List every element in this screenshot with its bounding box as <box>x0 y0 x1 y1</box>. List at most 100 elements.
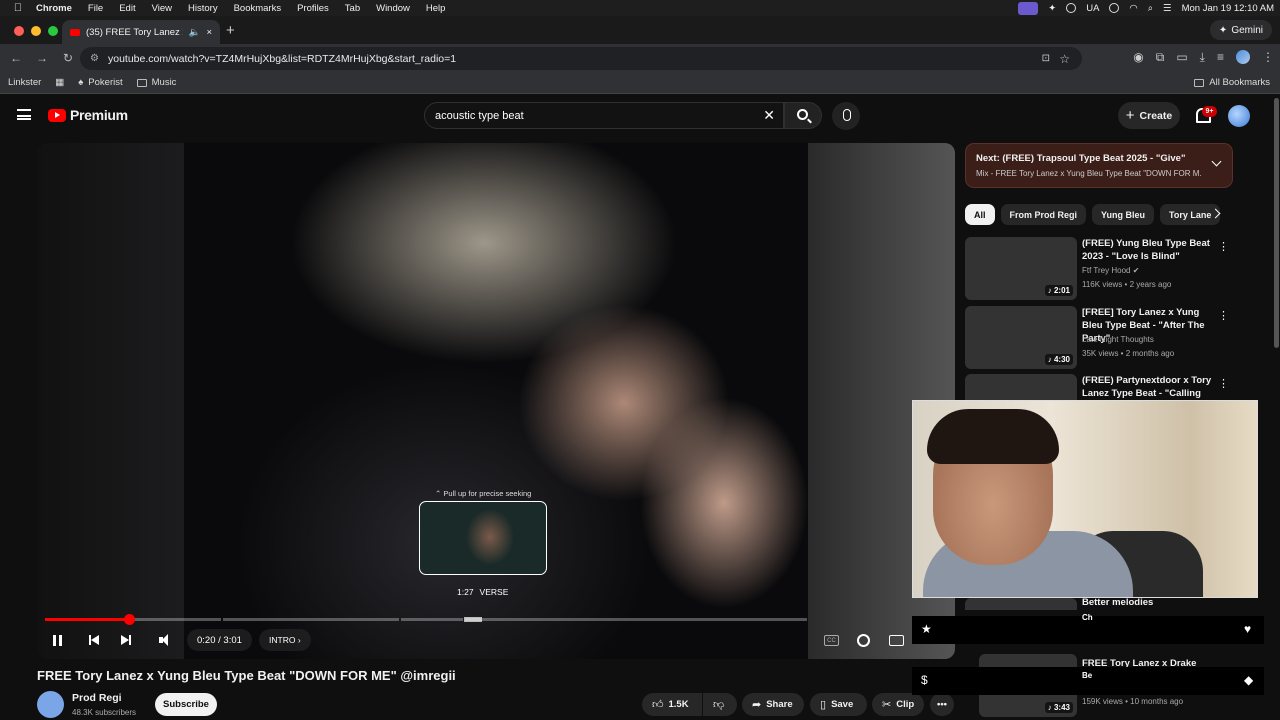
youtube-premium-logo[interactable]: Premium <box>48 107 128 123</box>
subscribe-button[interactable]: Subscribe <box>155 693 217 716</box>
side-panel-icon[interactable]: ▭ <box>1176 50 1187 65</box>
install-app-icon[interactable]: ⊡ <box>1042 53 1050 64</box>
clock[interactable]: Mon Jan 19 12:10 AM <box>1182 3 1274 14</box>
profile-avatar-icon[interactable] <box>1236 50 1250 64</box>
bookmark-star-icon[interactable]: ☆ <box>1059 52 1070 66</box>
clip-button[interactable]: ✂ Clip <box>872 693 924 716</box>
tab-title: (35) FREE Tory Lanez x Yu <box>86 26 183 38</box>
video-thumbnail[interactable] <box>965 374 1077 400</box>
gemini-button[interactable]: ✦ Gemini <box>1209 20 1272 40</box>
menu-app-name[interactable]: Chrome <box>36 3 72 14</box>
control-center-icon[interactable]: ☰ <box>1163 3 1172 14</box>
extensions-puzzle-icon[interactable]: ⧉ <box>1156 50 1165 65</box>
recommended-video[interactable]: ♪ 4:30 [FREE] Tory Lanez x Yung Bleu Typ… <box>965 306 1233 370</box>
menu-profiles[interactable]: Profiles <box>297 3 329 14</box>
rec-title-fragment[interactable]: Better melodies <box>1082 598 1217 609</box>
clear-search-icon[interactable]: ✕ <box>763 107 775 124</box>
browser-tab-active[interactable]: (35) FREE Tory Lanez x Yu 🔈 × <box>62 20 220 44</box>
menu-tab[interactable]: Tab <box>345 3 360 14</box>
apple-menu-icon[interactable]:  <box>0 2 36 14</box>
new-tab-icon[interactable]: + <box>226 22 235 39</box>
chip-yung-bleu[interactable]: Yung Bleu <box>1092 204 1155 225</box>
rec-channel[interactable]: Ftf Trey Hood ✔ <box>1082 266 1139 275</box>
next-button[interactable] <box>121 630 131 650</box>
all-bookmarks[interactable]: All Bookmarks <box>1194 77 1270 88</box>
recommended-video[interactable]: ♪ 2:01 (FREE) Yung Bleu Type Beat 2023 -… <box>965 237 1233 301</box>
chapter-button[interactable]: INTRO › <box>259 629 311 651</box>
media-controls-icon[interactable]: ≡ <box>1217 50 1224 65</box>
channel-name[interactable]: Prod Regi <box>72 692 122 704</box>
audio-playing-icon[interactable]: 🔈 <box>189 27 201 38</box>
video-player[interactable]: ⌃ Pull up for precise seeking 1:27 VERSE… <box>37 143 955 659</box>
channel-avatar[interactable] <box>37 691 64 718</box>
menu-view[interactable]: View <box>152 3 172 14</box>
recommended-video[interactable]: Better melodies <box>965 598 1233 610</box>
tray-app-icon[interactable] <box>1066 3 1077 13</box>
save-button[interactable]: ▯ Save <box>810 693 867 716</box>
dislike-button[interactable]: 👎︎ <box>703 693 737 716</box>
create-button[interactable]: + Create <box>1118 102 1180 129</box>
spotlight-icon[interactable]: ⌕ <box>1148 3 1153 14</box>
kebab-menu-icon[interactable]: ⋮ <box>1218 240 1229 253</box>
progress-bar-track[interactable] <box>45 618 807 621</box>
menu-edit[interactable]: Edit <box>119 3 135 14</box>
chip-all[interactable]: All <box>965 204 995 225</box>
video-frame[interactable] <box>184 143 808 659</box>
close-window-icon[interactable] <box>14 26 24 36</box>
apps-grid-icon[interactable]: ▦ <box>55 77 64 88</box>
maximize-window-icon[interactable] <box>48 26 58 36</box>
page-scrollbar[interactable] <box>1274 98 1279 348</box>
autoplay-next-card[interactable]: Next: (FREE) Trapsoul Type Beat 2025 - "… <box>965 143 1233 188</box>
address-bar[interactable]: ⚙ youtube.com/watch?v=TZ4MrHujXbg&list=R… <box>80 47 1082 70</box>
rec-channel[interactable]: Late Night Thoughts <box>1082 335 1154 344</box>
download-icon[interactable]: ⤓ <box>1200 50 1205 65</box>
subtitles-button[interactable]: CC <box>824 635 839 646</box>
rec-title[interactable]: (FREE) Partynextdoor x Tory Lanez Type B… <box>1082 374 1217 400</box>
minimize-window-icon[interactable] <box>31 26 41 36</box>
like-button[interactable]: 👍︎ 1.5K <box>642 693 702 716</box>
reload-icon[interactable]: ↻ <box>58 51 78 65</box>
tab-close-icon[interactable]: × <box>206 27 212 38</box>
forward-arrow-icon[interactable]: → <box>32 51 52 65</box>
sparkle-icon[interactable]: ✦ <box>1048 3 1056 14</box>
scrubber-handle[interactable] <box>124 614 135 625</box>
wifi-icon[interactable]: ◠ <box>1129 3 1137 14</box>
miniplayer-icon[interactable] <box>889 635 904 646</box>
hamburger-menu-icon[interactable] <box>17 109 31 120</box>
kebab-menu-icon[interactable]: ⋮ <box>1218 309 1229 322</box>
bookmark-linkster[interactable]: Linkster <box>8 77 41 88</box>
keyboard-language[interactable]: UA <box>1086 3 1099 14</box>
chip-from-prod-regi[interactable]: From Prod Regi <box>1000 204 1087 225</box>
more-actions-button[interactable]: ••• <box>930 693 954 716</box>
menu-history[interactable]: History <box>188 3 218 14</box>
search-button[interactable] <box>784 102 822 129</box>
video-thumbnail[interactable]: ♪ 4:30 <box>965 306 1077 369</box>
kebab-menu-icon[interactable]: ⋮ <box>1218 377 1229 390</box>
site-info-icon[interactable]: ⚙ <box>90 53 100 64</box>
voice-search-mic-icon[interactable] <box>832 102 860 130</box>
menu-file[interactable]: File <box>88 3 103 14</box>
search-input[interactable]: acoustic type beat ✕ <box>424 102 784 129</box>
menu-window[interactable]: Window <box>376 3 410 14</box>
video-thumbnail[interactable] <box>965 598 1077 610</box>
rec-title[interactable]: (FREE) Yung Bleu Type Beat 2023 - "Love … <box>1082 237 1217 263</box>
screen-record-icon[interactable] <box>1018 1 1039 15</box>
filter-chips: All From Prod Regi Yung Bleu Tory Lane <box>965 204 1233 226</box>
chrome-menu-icon[interactable]: ⋮ <box>1262 50 1274 65</box>
tray-app-icon-2[interactable] <box>1109 3 1120 13</box>
back-arrow-icon[interactable]: ← <box>6 51 26 65</box>
extension-icon[interactable]: ◉ <box>1133 50 1143 65</box>
settings-gear-icon[interactable] <box>857 634 870 647</box>
recommended-video[interactable]: (FREE) Partynextdoor x Tory Lanez Type B… <box>965 374 1233 400</box>
pause-button[interactable] <box>53 630 65 650</box>
account-avatar[interactable] <box>1228 105 1250 127</box>
share-button[interactable]: ➦ Share <box>742 693 804 716</box>
chevron-down-icon[interactable] <box>1211 156 1222 167</box>
menu-help[interactable]: Help <box>426 3 446 14</box>
bookmark-folder-music[interactable]: Music <box>136 77 176 88</box>
volume-icon[interactable] <box>159 630 168 650</box>
menu-bookmarks[interactable]: Bookmarks <box>234 3 282 14</box>
video-thumbnail[interactable]: ♪ 2:01 <box>965 237 1077 300</box>
bookmark-pokerist[interactable]: ♠ Pokerist <box>78 77 122 88</box>
previous-button[interactable] <box>89 630 99 650</box>
